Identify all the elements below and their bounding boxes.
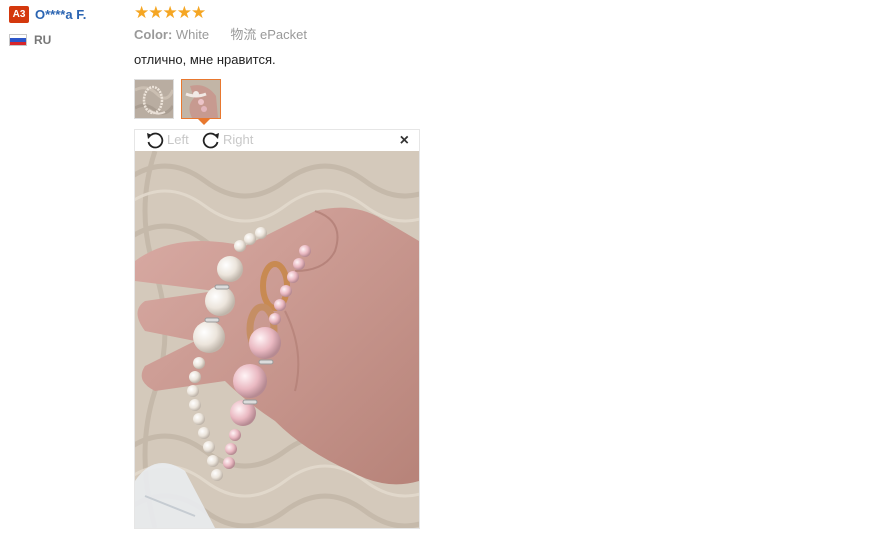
color-attr-label: Color:	[134, 27, 173, 42]
rotate-left-button[interactable]: Left	[145, 131, 189, 149]
image-viewer-toolbar: Left Right ×	[135, 130, 419, 151]
close-viewer-button[interactable]: ×	[400, 132, 409, 150]
selected-thumbnail-indicator	[198, 119, 210, 125]
reviewer-name[interactable]: O****a F.	[35, 6, 86, 23]
star-rating: ★★★★★	[134, 3, 206, 22]
rotate-left-label: Left	[167, 132, 189, 147]
color-attr-value: White	[175, 27, 210, 42]
review-image-thumbnail-1[interactable]	[134, 79, 174, 119]
reviewer-country: RU	[34, 33, 52, 47]
rotate-left-icon	[147, 132, 164, 149]
pearl-bracelet-hand-thumb-image	[182, 80, 220, 118]
review-photo-large	[135, 151, 419, 528]
review-image-thumbnail-2[interactable]	[181, 79, 221, 119]
pearl-bracelet-on-hand-image	[135, 151, 419, 528]
shipping-attr-label: 物流	[230, 27, 257, 42]
russia-flag-icon	[9, 34, 27, 46]
pearl-necklace-thumb-image	[135, 80, 173, 118]
review-image-viewer: Left Right ×	[134, 129, 420, 529]
review-text: отлично, мне нравится.	[134, 52, 276, 67]
shipping-attr-value: ePacket	[260, 27, 308, 42]
rotate-right-icon	[202, 132, 219, 149]
buyer-level-badge: A3	[9, 6, 29, 23]
rotate-right-button[interactable]: Right	[201, 131, 253, 149]
rotate-right-label: Right	[223, 132, 254, 147]
review-attributes: Color: White 物流 ePacket	[134, 27, 307, 43]
